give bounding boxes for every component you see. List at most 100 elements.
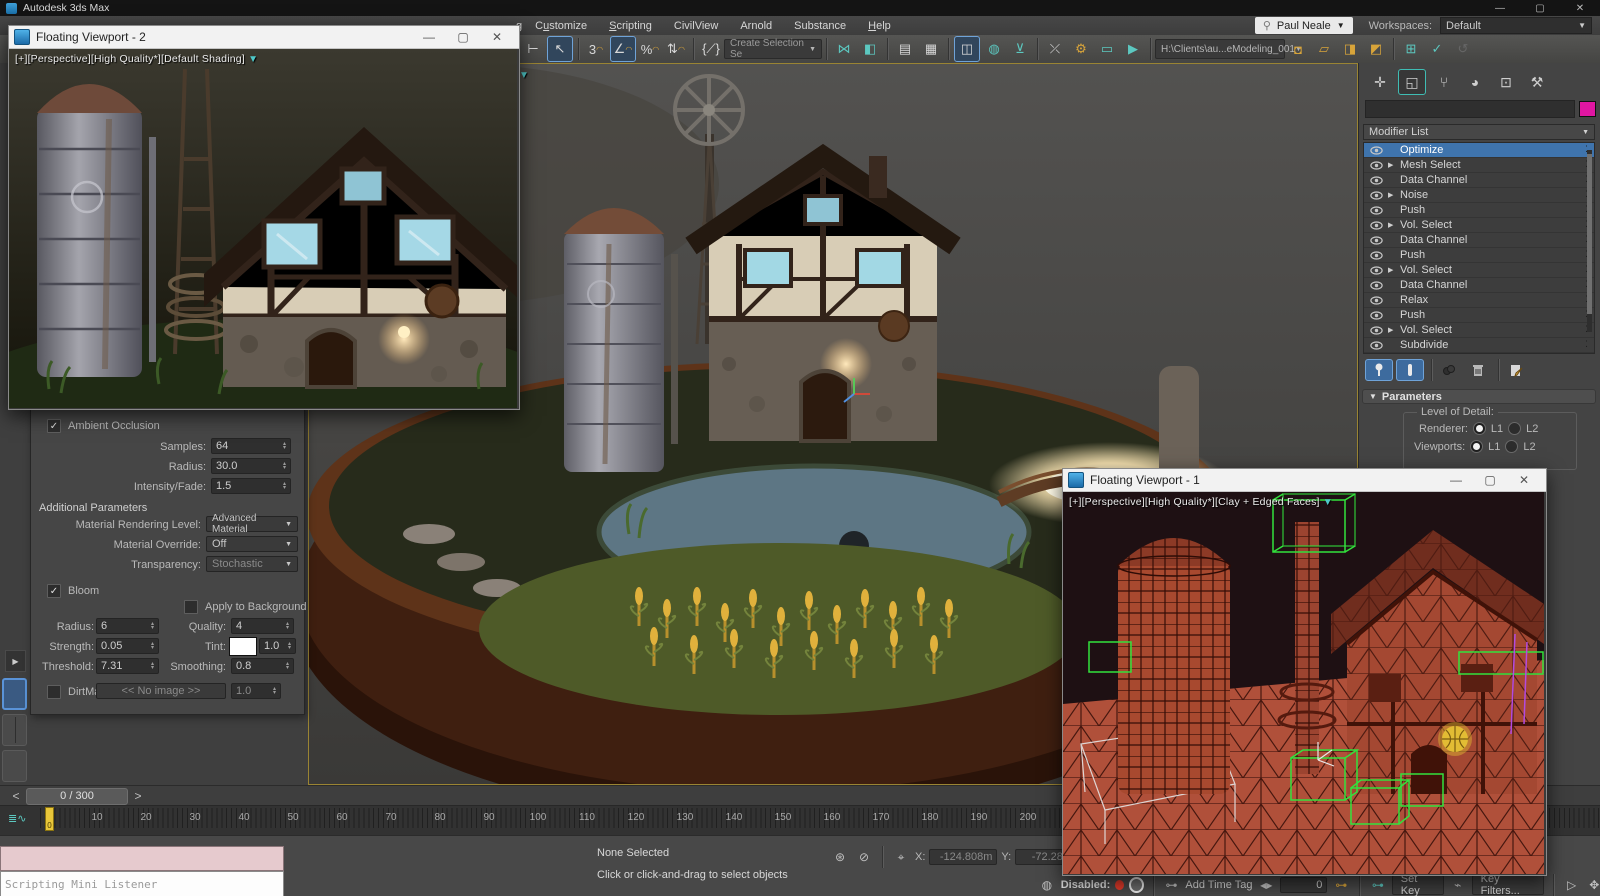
tab-modify[interactable]: ◱ xyxy=(1398,69,1426,95)
visibility-eye-icon[interactable] xyxy=(1364,236,1388,245)
close-icon[interactable]: ✕ xyxy=(480,26,514,48)
dirtmap-image-button[interactable]: << No image >> xyxy=(96,683,226,699)
curve-editor-icon[interactable]: ◫ xyxy=(954,36,980,62)
visibility-eye-icon[interactable] xyxy=(1364,326,1388,335)
modifier-optimize[interactable]: Optimize xyxy=(1364,143,1594,158)
bloom-checkbox[interactable] xyxy=(47,584,61,598)
toggle-layer-explorer-icon[interactable]: ▦ xyxy=(919,37,943,61)
spinner-icon[interactable] xyxy=(286,622,289,631)
viewport-shading-label[interactable]: [+][Perspective][High Quality*][Default … xyxy=(15,53,258,65)
spinner-icon[interactable] xyxy=(151,642,154,651)
floating-viewport-2-titlebar[interactable]: Floating Viewport - 2 — ▢ ✕ xyxy=(9,26,519,49)
menu-help[interactable]: Help xyxy=(857,20,902,32)
visibility-eye-icon[interactable] xyxy=(1364,146,1388,155)
dirtmap-checkbox[interactable] xyxy=(47,685,61,699)
schematic-view-icon[interactable]: ◍ xyxy=(982,37,1006,61)
modifier-data-channel[interactable]: Data Channel xyxy=(1364,233,1594,248)
tab-hierarchy[interactable]: ⑂ xyxy=(1431,70,1457,94)
maximize-icon[interactable]: ▢ xyxy=(1520,0,1560,16)
spinner-icon[interactable] xyxy=(273,687,276,696)
visibility-eye-icon[interactable] xyxy=(1364,266,1388,275)
parameters-rollout-header[interactable]: ▼ Parameters xyxy=(1362,389,1596,404)
modifier-noise[interactable]: ▶Noise xyxy=(1364,188,1594,203)
isolate-selection-icon[interactable]: ⊛ xyxy=(830,848,850,866)
visibility-eye-icon[interactable] xyxy=(1364,311,1388,320)
expand-arrow-icon[interactable]: ▶ xyxy=(1388,221,1400,229)
menu-scripting[interactable]: Scripting xyxy=(598,20,663,32)
modifier-data-channel[interactable]: Data Channel xyxy=(1364,173,1594,188)
tab-display[interactable]: ⊡ xyxy=(1493,70,1519,94)
radius-input[interactable]: 30.0 xyxy=(211,458,291,474)
viewport-shading-label[interactable]: [+][Perspective][High Quality*][Clay + E… xyxy=(1069,496,1333,508)
render-production-icon[interactable]: ▶ xyxy=(1121,37,1145,61)
visibility-eye-icon[interactable] xyxy=(1364,281,1388,290)
viewport-layout-tab-single-active[interactable] xyxy=(2,678,27,710)
mirror-icon[interactable]: ⋈ xyxy=(832,37,856,61)
intensity-fade-input[interactable]: 1.5 xyxy=(211,478,291,494)
object-name-field[interactable] xyxy=(1365,100,1575,118)
viewports-l1-radio[interactable] xyxy=(1470,440,1483,453)
renderer-l1-radio[interactable] xyxy=(1473,422,1486,435)
strength-input[interactable]: 0.05 xyxy=(96,638,159,654)
project-folder-dropdown[interactable]: H:\Clients\au...eModeling_001 ▼ xyxy=(1155,39,1285,59)
pan-view-icon[interactable]: ✥ xyxy=(1585,876,1600,894)
validate-check-icon[interactable]: ✓ xyxy=(1425,37,1449,61)
stack-scrollbar[interactable] xyxy=(1587,150,1592,332)
floating-viewport-1-canvas[interactable]: [+][Perspective][High Quality*][Clay + E… xyxy=(1063,492,1544,874)
menu-arnold[interactable]: Arnold xyxy=(729,20,783,32)
viewports-l2-radio[interactable] xyxy=(1505,440,1518,453)
render-gizmos-icon[interactable]: ⤫ xyxy=(1043,37,1067,61)
threshold-input[interactable]: 7.31 xyxy=(96,658,159,674)
viewport-filter-funnel-icon[interactable]: ▼ xyxy=(1323,497,1333,508)
select-and-link-icon[interactable]: ⊢ xyxy=(521,37,545,61)
quality-input[interactable]: 4 xyxy=(231,618,294,634)
x-coordinate-field[interactable]: -124.808m xyxy=(929,849,997,865)
modifier-vol-select[interactable]: ▶Vol. Select xyxy=(1364,323,1594,338)
show-end-result-icon[interactable] xyxy=(1396,359,1424,381)
toggle-scene-explorer-icon[interactable]: ▤ xyxy=(893,37,917,61)
visibility-eye-icon[interactable] xyxy=(1364,251,1388,260)
spinner-icon[interactable] xyxy=(283,482,286,491)
smoothing-input[interactable]: 0.8 xyxy=(231,658,294,674)
render-setup-icon[interactable]: ⚙ xyxy=(1069,37,1093,61)
spinner-icon[interactable] xyxy=(283,462,286,471)
edit-named-selection-icon[interactable]: {⟋} xyxy=(699,37,723,61)
modifier-push[interactable]: Push xyxy=(1364,203,1594,218)
tab-utilities[interactable]: ⚒ xyxy=(1524,70,1550,94)
workspace-dropdown[interactable]: Default ▼ xyxy=(1440,17,1592,34)
material-rendering-level-dropdown[interactable]: Advanced Material▼ xyxy=(206,516,298,532)
make-unique-icon[interactable] xyxy=(1436,360,1462,380)
renderer-l2-radio[interactable] xyxy=(1508,422,1521,435)
transform-typein-icon[interactable]: ⌖ xyxy=(891,848,911,866)
fetch-state-icon[interactable]: ◩ xyxy=(1364,37,1388,61)
dirtmap-amount-input[interactable]: 1.0 xyxy=(231,683,281,699)
visibility-eye-icon[interactable] xyxy=(1364,191,1388,200)
record-button-icon[interactable] xyxy=(1129,877,1144,893)
visibility-eye-icon[interactable] xyxy=(1364,176,1388,185)
tint-color-swatch[interactable] xyxy=(229,637,257,656)
minimize-icon[interactable]: — xyxy=(1439,469,1473,491)
sync-icon[interactable]: ↺ xyxy=(1451,37,1475,61)
modifier-mesh-select[interactable]: ▶Mesh Select xyxy=(1364,158,1594,173)
align-icon[interactable]: ◧ xyxy=(858,37,882,61)
angle-snap-icon[interactable]: ∠◠ xyxy=(610,36,636,62)
key-filters-button[interactable]: Key Filters... xyxy=(1472,875,1544,895)
viewport-filter-funnel-icon[interactable]: ▼ xyxy=(519,70,529,81)
rendered-frame-window-icon[interactable]: ▭ xyxy=(1095,37,1119,61)
prev-next-key-icons[interactable]: ◀▶ xyxy=(1257,876,1275,894)
menu-customize[interactable]: Customize xyxy=(524,20,598,32)
save-file-icon[interactable]: ⊞ xyxy=(1399,37,1423,61)
modifier-list-dropdown[interactable]: Modifier List ▼ xyxy=(1363,124,1595,140)
modifier-subdivide[interactable]: Subdivide xyxy=(1364,338,1594,353)
named-selection-set-dropdown[interactable]: Create Selection Se ▼ xyxy=(724,39,822,59)
visibility-eye-icon[interactable] xyxy=(1364,206,1388,215)
expand-layout-tabs-icon[interactable]: ▶ xyxy=(5,650,26,672)
modifier-relax[interactable]: Relax xyxy=(1364,293,1594,308)
tab-motion[interactable]: ◕ xyxy=(1462,70,1488,94)
ambient-occlusion-checkbox[interactable] xyxy=(47,419,61,433)
play-animation-icon[interactable]: ▷ xyxy=(1563,876,1581,894)
material-override-dropdown[interactable]: Off▼ xyxy=(206,536,298,552)
scripting-mini-listener[interactable]: Scripting Mini Listener xyxy=(0,871,284,896)
spinner-icon[interactable] xyxy=(288,642,291,651)
pin-stack-icon[interactable] xyxy=(1365,359,1393,381)
